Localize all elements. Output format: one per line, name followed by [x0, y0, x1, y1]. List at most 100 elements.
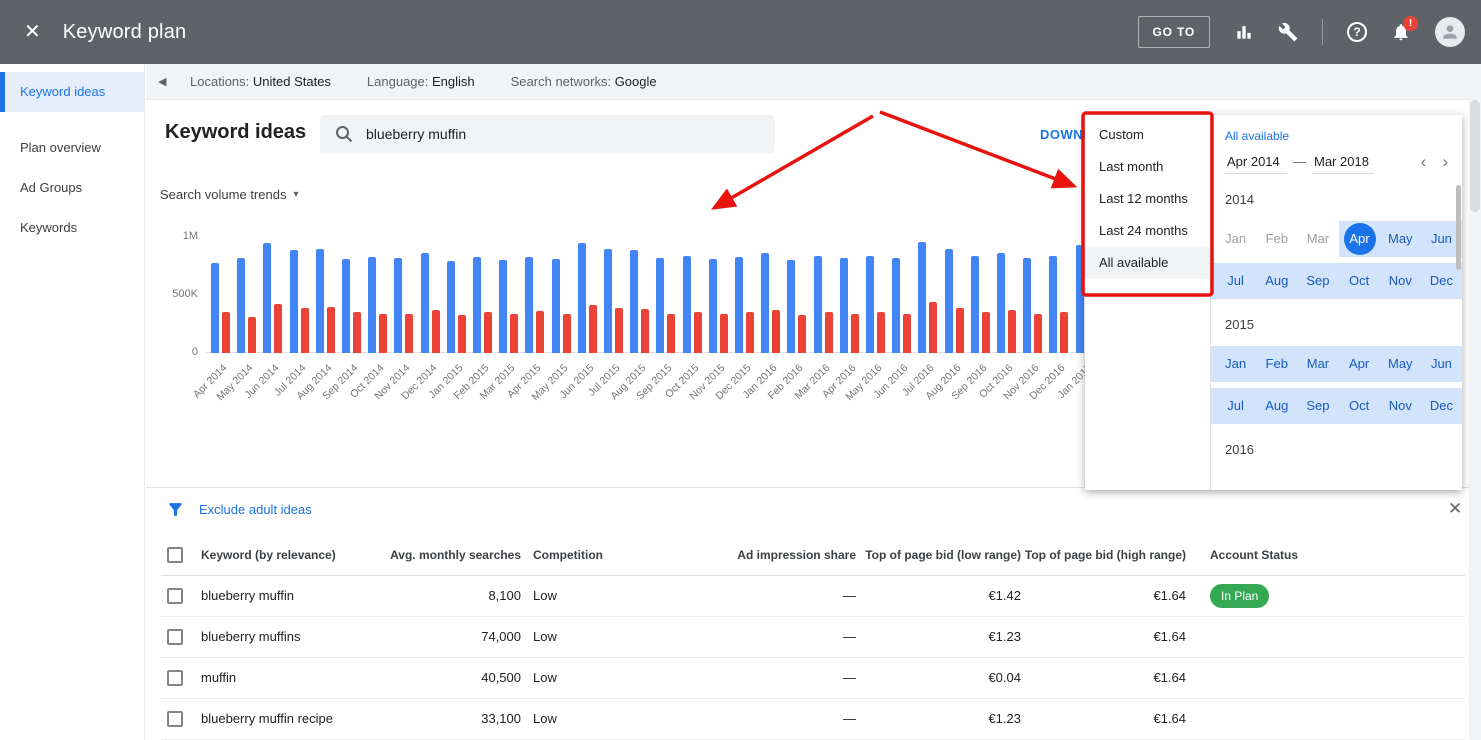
chart-bar-searches-low — [798, 315, 806, 353]
chart-bar-searches-high — [709, 259, 717, 353]
calendar-month-2015-may[interactable]: May — [1380, 346, 1421, 382]
close-icon[interactable]: ✕ — [24, 22, 41, 42]
exclude-adult-ideas-link[interactable]: Exclude adult ideas — [199, 502, 312, 517]
prev-month-icon[interactable]: ‹ — [1421, 153, 1427, 170]
sidebar-item-plan-overview[interactable]: Plan overview — [0, 128, 144, 168]
notifications-bell-icon[interactable]: ! — [1391, 22, 1411, 42]
page-scrollbar-thumb[interactable] — [1470, 100, 1480, 212]
calendar-month-2014-nov[interactable]: Nov — [1380, 263, 1421, 299]
filter-funnel-icon[interactable] — [166, 500, 185, 519]
menu-item-last-24-months[interactable]: Last 24 months — [1085, 215, 1210, 247]
calendar-month-2015-sep[interactable]: Sep — [1297, 388, 1338, 424]
menu-item-last-12-months[interactable]: Last 12 months — [1085, 183, 1210, 215]
cell-avg-monthly-searches: 74,000 — [371, 616, 521, 657]
help-icon[interactable]: ? — [1347, 22, 1367, 42]
menu-item-custom[interactable]: Custom — [1085, 119, 1210, 151]
column-header-account-status[interactable]: Account Status — [1186, 535, 1465, 575]
table-body: blueberry muffin8,100Low—€1.42€1.64In Pl… — [161, 575, 1465, 739]
menu-item-all-available[interactable]: All available — [1085, 247, 1210, 279]
chart-bar-searches-low — [274, 304, 282, 353]
calendar-month-2015-aug[interactable]: Aug — [1256, 388, 1297, 424]
calendar-month-2015-jul[interactable]: Jul — [1215, 388, 1256, 424]
chart-bar-searches-low — [694, 312, 702, 353]
row-checkbox[interactable] — [167, 588, 183, 604]
chart-bar-searches-low — [667, 314, 675, 353]
settings-item-locations[interactable]: Locations: United States — [190, 74, 331, 89]
account-avatar[interactable] — [1435, 17, 1465, 47]
column-header-avg-monthly-searches[interactable]: Avg. monthly searches — [371, 535, 521, 575]
calendar-month-2014-aug[interactable]: Aug — [1256, 263, 1297, 299]
start-date-field[interactable]: Apr 2014 — [1225, 154, 1287, 174]
calendar-scrollbar[interactable] — [1456, 185, 1461, 270]
row-checkbox-cell — [161, 657, 201, 698]
table-row[interactable]: blueberry muffins74,000Low—€1.23€1.64 — [161, 616, 1465, 657]
calendar-month-2015-dec[interactable]: Dec — [1421, 388, 1462, 424]
row-checkbox[interactable] — [167, 711, 183, 727]
calendar-month-2014-sep[interactable]: Sep — [1297, 263, 1338, 299]
calendar-month-2014-jan[interactable]: Jan — [1215, 221, 1256, 257]
chart-bar-searches-low — [877, 312, 885, 353]
calendar-month-2014-feb[interactable]: Feb — [1256, 221, 1297, 257]
calendar-month-2014-apr[interactable]: Apr — [1339, 221, 1380, 257]
date-range-row: Apr 2014 — Mar 2018 ‹ › — [1225, 153, 1448, 174]
chart-bar-searches-high — [499, 260, 507, 353]
reports-chart-icon[interactable] — [1234, 22, 1254, 42]
topbar-divider — [1322, 19, 1323, 45]
collapse-panel-icon[interactable]: ◀ — [158, 75, 180, 88]
settings-item-value: United States — [253, 74, 331, 89]
sidebar-item-keywords[interactable]: Keywords — [0, 208, 144, 248]
chart-bar-searches-high — [735, 257, 743, 353]
cell-top-bid-low: €0.04 — [856, 657, 1021, 698]
table-row[interactable]: muffin40,500Low—€0.04€1.64 — [161, 657, 1465, 698]
row-checkbox[interactable] — [167, 629, 183, 645]
chart-bar-searches-high — [971, 256, 979, 353]
calendar-month-2014-jul[interactable]: Jul — [1215, 263, 1256, 299]
settings-item-search-networks[interactable]: Search networks: Google — [511, 74, 657, 89]
y-axis-tick-0: 0 — [138, 346, 198, 358]
column-header-top-of-page-bid-high-range[interactable]: Top of page bid (high range) — [1021, 535, 1186, 575]
calendar-month-2015-feb[interactable]: Feb — [1256, 346, 1297, 382]
chart-bar-searches-high — [814, 256, 822, 353]
tools-wrench-icon[interactable] — [1278, 22, 1298, 42]
table-row[interactable]: blueberry muffin8,100Low—€1.42€1.64In Pl… — [161, 575, 1465, 616]
calendar-month-2014-may[interactable]: May — [1380, 221, 1421, 257]
calendar-month-2014-mar[interactable]: Mar — [1297, 221, 1338, 257]
column-header-ad-impression-share[interactable]: Ad impression share — [701, 535, 856, 575]
dismiss-icon[interactable]: ✕ — [1448, 499, 1462, 519]
header-checkbox-cell — [161, 535, 201, 575]
row-checkbox[interactable] — [167, 670, 183, 686]
calendar-year-2014: 2014 — [1225, 192, 1462, 207]
calendar-month-2015-oct[interactable]: Oct — [1339, 388, 1380, 424]
sidebar-item-keyword-ideas[interactable]: Keyword ideas — [0, 72, 144, 112]
column-header-competition[interactable]: Competition — [521, 535, 701, 575]
calendar-month-2015-nov[interactable]: Nov — [1380, 388, 1421, 424]
page-scrollbar[interactable] — [1469, 64, 1481, 740]
chart-bar-searches-high — [1049, 256, 1057, 353]
calendar-month-2015-mar[interactable]: Mar — [1297, 346, 1338, 382]
end-date-field[interactable]: Mar 2018 — [1312, 154, 1374, 174]
search-volume-trends-dropdown[interactable]: Search volume trends ▾ — [160, 187, 298, 202]
chart-bar-searches-high — [290, 250, 298, 353]
calendar-month-2015-jun[interactable]: Jun — [1421, 346, 1462, 382]
next-month-icon[interactable]: › — [1442, 153, 1448, 170]
selected-month-circle: Apr — [1344, 223, 1376, 255]
chart-bar-searches-low — [510, 314, 518, 353]
go-to-button[interactable]: GO TO — [1138, 16, 1210, 48]
column-header-top-of-page-bid-low-range[interactable]: Top of page bid (low range) — [856, 535, 1021, 575]
keyword-search-input[interactable] — [366, 126, 746, 142]
chart-bar-searches-high — [683, 256, 691, 353]
menu-item-last-month[interactable]: Last month — [1085, 151, 1210, 183]
calendar-month-2015-jan[interactable]: Jan — [1215, 346, 1256, 382]
column-header-keyword-by-relevance[interactable]: Keyword (by relevance) — [201, 535, 371, 575]
keyword-ideas-table: Keyword (by relevance)Avg. monthly searc… — [161, 535, 1465, 740]
table-row[interactable]: blueberry muffin recipe33,100Low—€1.23€1… — [161, 698, 1465, 739]
keyword-search-box[interactable] — [320, 115, 775, 153]
settings-item-language[interactable]: Language: English — [367, 74, 475, 89]
cell-keyword: blueberry muffin — [201, 575, 371, 616]
calendar-month-2015-apr[interactable]: Apr — [1339, 346, 1380, 382]
preset-all-available-link[interactable]: All available — [1225, 129, 1462, 143]
header-checkbox[interactable] — [167, 547, 183, 563]
chart-bar-searches-low — [405, 314, 413, 353]
calendar-month-2014-oct[interactable]: Oct — [1339, 263, 1380, 299]
sidebar-item-ad-groups[interactable]: Ad Groups — [0, 168, 144, 208]
